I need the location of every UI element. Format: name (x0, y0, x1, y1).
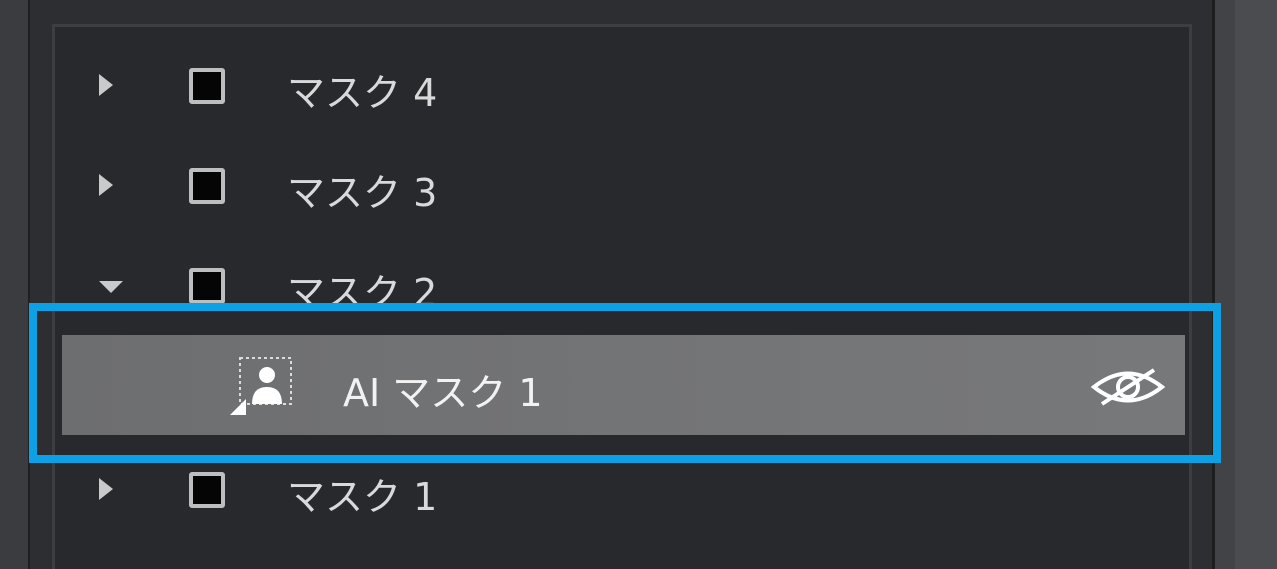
mask-checkbox[interactable] (189, 268, 225, 304)
mask-label: マスク 3 (287, 171, 438, 215)
mask-label: マスク 2 (287, 271, 438, 315)
expand-caret-icon[interactable] (99, 478, 113, 500)
mask-row-1[interactable]: マスク 1 (55, 439, 1189, 539)
mask-row-3[interactable]: マスク 3 (55, 135, 1189, 235)
mask-checkbox[interactable] (189, 168, 225, 204)
mask-row-4[interactable]: マスク 4 (55, 35, 1189, 135)
right-scrollbar-track[interactable] (1212, 0, 1277, 569)
mask-label: マスク 4 (287, 71, 438, 115)
ai-person-mask-icon (230, 357, 292, 415)
left-border (0, 0, 30, 569)
mask-list: マスク 4 マスク 3 マスク 2 マスク 1 (52, 24, 1192, 569)
collapse-caret-icon[interactable] (99, 281, 123, 293)
mask-label: マスク 1 (287, 475, 438, 519)
mask-row-2[interactable]: マスク 2 (55, 235, 1189, 335)
expand-caret-icon[interactable] (99, 74, 113, 96)
scrollbar-thumb[interactable] (1235, 0, 1277, 569)
mask-panel-window: マスク 4 マスク 3 マスク 2 マスク 1 AI マスク 1 (0, 0, 1277, 569)
mask-checkbox[interactable] (189, 472, 225, 508)
mask-checkbox[interactable] (189, 68, 225, 104)
ai-mask-label: AI マスク 1 (343, 371, 543, 415)
expand-caret-icon[interactable] (99, 174, 113, 196)
eye-hidden-icon[interactable] (1088, 364, 1168, 410)
